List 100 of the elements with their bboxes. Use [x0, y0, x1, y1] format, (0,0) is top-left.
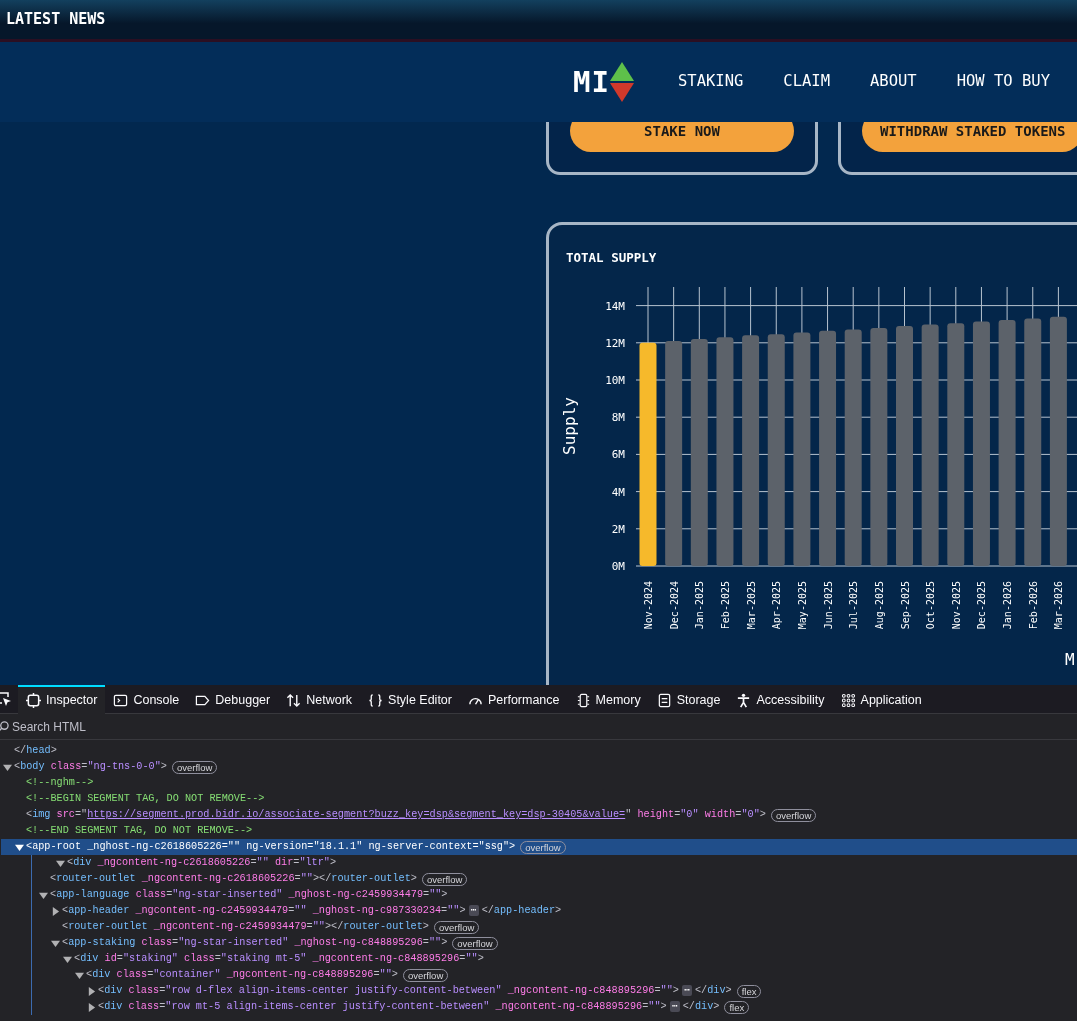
code-line: <!--END SEGMENT TAG, DO NOT REMOVE--> — [26, 824, 253, 838]
disclosure-triangle-icon[interactable] — [51, 938, 60, 948]
action-button[interactable]: STAKE NOW — [570, 122, 794, 152]
tree-row[interactable]: </head> — [0, 743, 1077, 759]
url-link[interactable]: https://segment.prod.bidr.io/associate-segment?buzz_key=dsp&segment_key=dsp-30405&value= — [87, 809, 626, 820]
inspector-icon — [26, 692, 41, 708]
axis-tick-label: Nov-2025 — [950, 581, 962, 630]
chip-icon — [575, 692, 591, 708]
action-button[interactable]: WITHDRAW STAKED TOKENS — [862, 122, 1077, 152]
nav-link[interactable]: STAKING — [678, 70, 744, 94]
devtools-tab[interactable]: Console — [105, 684, 188, 714]
search-icon — [0, 721, 9, 732]
code-line: <div class="container" _ngcontent-ng-c848895296=""> — [86, 968, 398, 982]
code-line: <div class="row mt-5 align-items-center justify-content-between" _ngcontent-ng-c848895296=""> ⋯ </div> — [98, 1000, 720, 1014]
collapsed-content-marker[interactable]: ⋯ — [681, 985, 692, 996]
braces-icon — [368, 692, 384, 708]
tree-row[interactable]: <!--BEGIN SEGMENT TAG, DO NOT REMOVE--> — [1, 791, 1077, 807]
axis-tick-label: Apr-2025 — [771, 581, 783, 630]
pick-element-icon[interactable] — [0, 691, 12, 707]
code-line: <!--nghm--> — [26, 776, 94, 790]
nav-link[interactable]: HOW TO BUY — [956, 70, 1050, 94]
axis-tick-label: Jul-2025 — [848, 581, 860, 630]
nav-link[interactable]: CLAIM — [783, 70, 830, 94]
x-axis-title: M — [1065, 650, 1075, 669]
tree-row[interactable]: <div id="staking" class="staking mt-5" _ngcontent-ng-c848895296=""> — [34, 951, 1077, 967]
devtools-tab[interactable]: Accessibility — [728, 684, 833, 714]
devtools-tab[interactable]: Performance — [459, 684, 568, 714]
disclosure-triangle-icon[interactable] — [87, 986, 96, 996]
code-line: <div id="staking" class="staking mt-5" _ngcontent-ng-c848895296=""> — [74, 952, 484, 966]
nav-link[interactable]: ABOUT — [870, 70, 917, 94]
grid-icon — [840, 692, 856, 708]
disclosure-triangle-icon[interactable] — [15, 842, 24, 852]
console-icon — [113, 692, 129, 708]
card-title: TOTAL SUPPLY — [565, 249, 657, 267]
up-down-arrows-icon — [286, 692, 302, 708]
axis-tick-label: 6M — [611, 448, 625, 462]
tree-row[interactable]: <app-staking class="ng-star-inserted" _nghost-ng-c848895296=""> overflow — [33, 935, 1077, 951]
y-axis-title: Supply — [560, 397, 579, 455]
devtools-tab[interactable]: Application — [832, 684, 930, 714]
search-field[interactable]: Search HTML — [12, 717, 312, 736]
code-line: <!--BEGIN SEGMENT TAG, DO NOT REMOVE--> — [26, 792, 265, 806]
tree-row[interactable]: <img src="https://segment.prod.bidr.io/associate-segment?buzz_key=dsp&segment_key=dsp-30405&value=" height="0" width="0"> overflow — [1, 807, 1077, 823]
tree-row[interactable]: <!--nghm--> — [1, 775, 1077, 791]
collapsed-content-marker[interactable]: ⋯ — [669, 1001, 680, 1012]
disclosure-triangle-icon[interactable] — [56, 858, 65, 868]
tree-row[interactable]: <div class="row d-flex align-items-center justify-content-between" _ngcontent-ng-c848895296=""> ⋯ </div> flex — [36, 983, 1077, 999]
axis-tick-label: Nov-2024 — [643, 581, 654, 630]
axis-tick-label: Oct-2025 — [925, 581, 937, 630]
disclosure-triangle-icon[interactable] — [87, 1002, 96, 1012]
devtools-tab[interactable]: Network — [278, 684, 361, 714]
tree-row[interactable]: <app-root _nghost-ng-c2618605226="" ng-version="18.1.1" ng-server-context="ssg"> overflow — [1, 839, 1077, 855]
code-line: <body class="ng-tns-0-0"> — [14, 760, 167, 774]
disclosure-triangle-icon[interactable] — [63, 954, 72, 964]
collapsed-content-marker[interactable]: ⋯ — [468, 905, 479, 916]
tree-row[interactable]: <div class="row mt-5 align-items-center justify-content-between" _ngcontent-ng-c848895296=""> ⋯ </div> flex — [36, 999, 1077, 1015]
storage-icon — [656, 692, 672, 708]
devtools-tab[interactable]: Debugger — [187, 684, 279, 714]
axis-tick-label: 4M — [611, 485, 625, 499]
axis-tick-label: May-2025 — [796, 581, 808, 630]
code-line: <app-root _nghost-ng-c2618605226="" ng-version="18.1.1" ng-server-context="ssg"> — [26, 840, 516, 854]
devtools-tab[interactable]: Inspector — [18, 684, 106, 714]
code-line: <app-language class="ng-star-inserted" _nghost-ng-c2459934479=""> — [50, 888, 448, 902]
logo-text[interactable]: MI — [573, 67, 610, 97]
code-line: <img src="https://segment.prod.bidr.io/associate-segment?buzz_key=dsp&segment_key=dsp-30405&value=" height="0" width="0"> — [26, 808, 766, 822]
tree-row[interactable]: <app-language class="ng-star-inserted" _nghost-ng-c2459934479=""> — [32, 887, 1077, 903]
axis-tick-label: 8M — [611, 411, 625, 425]
tree-row[interactable]: <app-header _ngcontent-ng-c2459934479="" _nghost-ng-c987330234=""> ⋯ </app-header> — [33, 903, 1077, 919]
devtools-tab[interactable]: Storage — [648, 684, 729, 714]
axis-tick-label: Sep-2025 — [899, 581, 911, 630]
axis-tick-label: 12M — [605, 336, 625, 350]
axis-tick-label: Jan-2025 — [694, 581, 706, 630]
person-icon — [736, 692, 752, 708]
news-bar-title: LATEST NEWS — [6, 9, 106, 31]
axis-tick-label: Dec-2025 — [976, 581, 988, 630]
disclosure-triangle-icon[interactable] — [51, 906, 60, 916]
disclosure-triangle-icon[interactable] — [39, 890, 48, 900]
disclosure-triangle-icon[interactable] — [75, 970, 84, 980]
axis-tick-label: Jun-2025 — [822, 581, 834, 630]
code-line: </head> — [14, 744, 57, 758]
tree-row[interactable]: <router-outlet _ngcontent-ng-c2459934479=""></router-outlet> overflow — [33, 919, 1077, 935]
axis-tick-label: Feb-2026 — [1027, 581, 1039, 630]
tree-row[interactable]: <router-outlet _ngcontent-ng-c2618605226=""></router-outlet> overflow — [32, 871, 1077, 887]
axis-tick-label: Mar-2026 — [1053, 581, 1065, 630]
tree-row[interactable]: <!--END SEGMENT TAG, DO NOT REMOVE--> — [1, 823, 1077, 839]
axis-tick-label: Dec-2024 — [668, 581, 680, 630]
disclosure-triangle-icon[interactable] — [3, 762, 12, 772]
code-line: <router-outlet _ngcontent-ng-c2459934479=""></router-outlet> — [62, 920, 429, 934]
tree-row[interactable]: <div class="container" _ngcontent-ng-c848895296=""> overflow — [35, 967, 1077, 983]
code-line: <div class="row d-flex align-items-center justify-content-between" _ngcontent-ng-c848895296=""> ⋯ </div> — [98, 984, 732, 998]
code-line: <router-outlet _ngcontent-ng-c2618605226=""></router-outlet> — [50, 872, 417, 886]
devtools-tab[interactable]: Memory — [567, 684, 649, 714]
devtools-tab[interactable]: Style Editor — [360, 684, 460, 714]
tree-row[interactable]: <div _ngcontent-ng-c2618605226="" dir="ltr"> — [31, 855, 1077, 871]
axis-tick-label: Feb-2025 — [719, 581, 731, 630]
tree-row[interactable]: <body class="ng-tns-0-0"> overflow — [0, 759, 1077, 775]
code-line: <app-staking class="ng-star-inserted" _nghost-ng-c848895296=""> — [62, 936, 448, 950]
up-down-triangles-icon — [610, 62, 634, 102]
axis-tick-label: 2M — [611, 522, 625, 536]
axis-tick-label: 14M — [605, 299, 625, 313]
axis-tick-label: 0M — [611, 560, 625, 573]
